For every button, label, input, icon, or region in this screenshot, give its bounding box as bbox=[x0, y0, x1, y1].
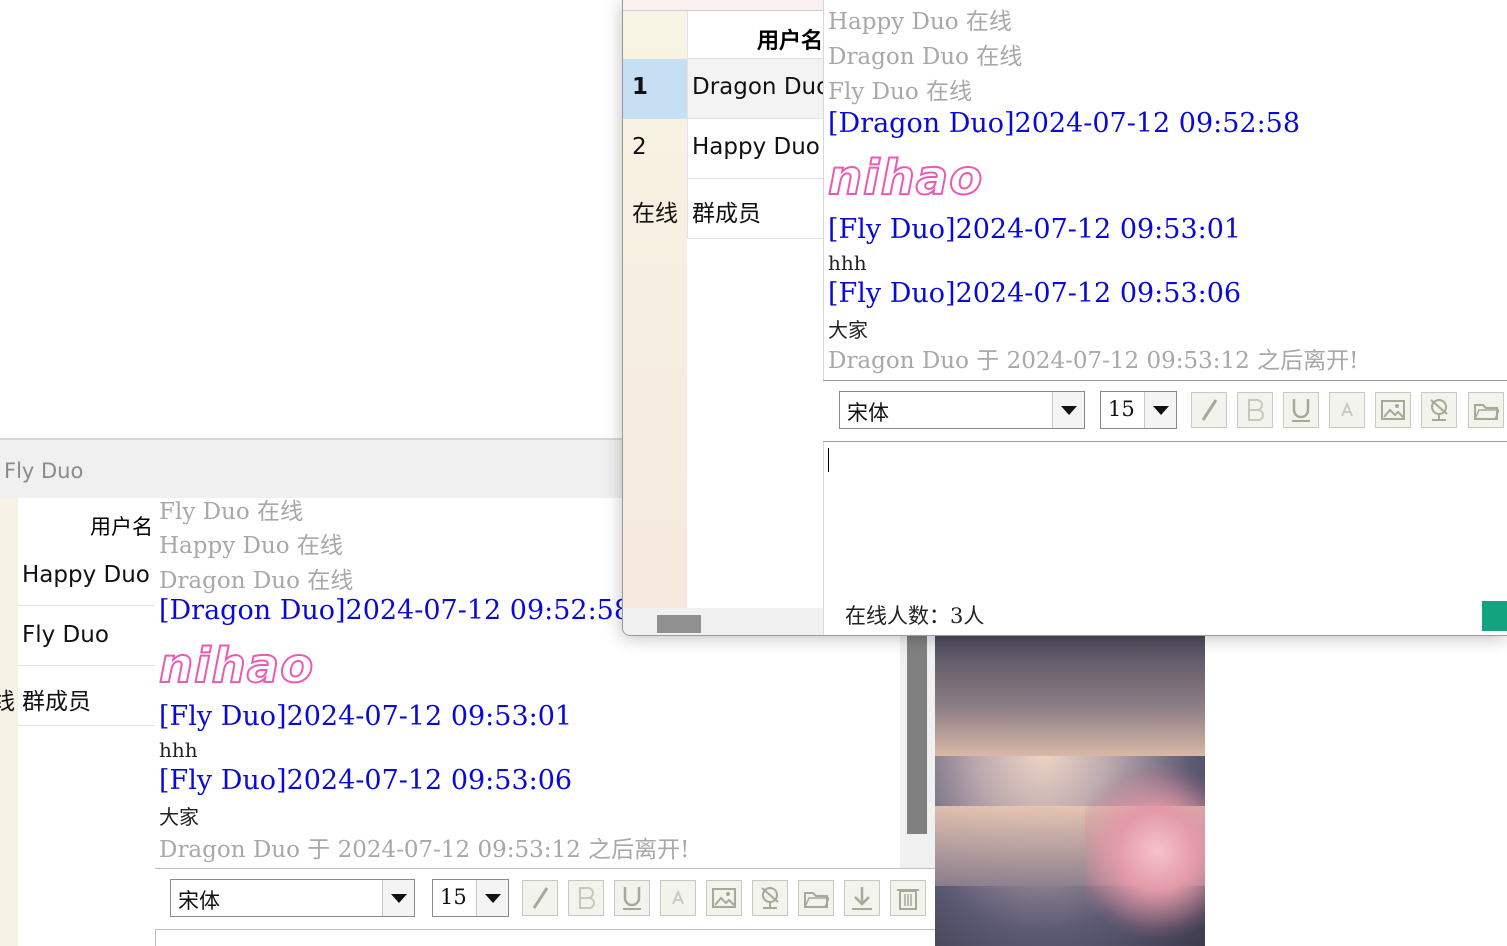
screenshot-button[interactable] bbox=[1421, 392, 1457, 428]
message-header: [Fly Duo]2024-07-12 09:53:06 bbox=[828, 278, 1242, 309]
art-text-message: nihao bbox=[827, 149, 984, 207]
desktop-wallpaper bbox=[935, 636, 1205, 946]
row-label: 线 bbox=[0, 689, 15, 715]
user-name: Happy Duo bbox=[692, 134, 820, 160]
status-bar: 在线人数：3人 bbox=[823, 592, 1507, 635]
chat-scrollbar[interactable] bbox=[900, 636, 935, 870]
save-icon bbox=[852, 887, 872, 910]
folder-icon bbox=[804, 892, 829, 908]
image-icon bbox=[1381, 400, 1405, 420]
system-message: Dragon Duo 于 2024-07-12 09:53:12 之后离开! bbox=[828, 348, 1359, 374]
font-family-select[interactable]: 宋体 bbox=[839, 391, 1085, 429]
chevron-down-icon[interactable] bbox=[1144, 392, 1176, 428]
message-body: hhh bbox=[159, 738, 198, 762]
underline-icon bbox=[623, 887, 641, 910]
screenshot-icon bbox=[761, 887, 779, 909]
user-name: Happy Duo bbox=[22, 562, 150, 588]
column-header-username[interactable]: 用户名 bbox=[687, 11, 823, 59]
italic-icon bbox=[1201, 399, 1218, 421]
bold-button[interactable] bbox=[1237, 392, 1273, 428]
message-header: [Fly Duo]2024-07-12 09:53:01 bbox=[159, 701, 573, 732]
scrollbar-thumb[interactable] bbox=[907, 636, 927, 834]
user-row[interactable]: Happy Duo bbox=[18, 546, 155, 606]
send-button[interactable] bbox=[1482, 601, 1507, 631]
underline-icon bbox=[1292, 399, 1310, 422]
message-header: [Dragon Duo]2024-07-12 09:52:58 bbox=[828, 108, 1301, 139]
chat-window-main: 用户名 1 Dragon Duo 2 Happy Duo 在线 群成员 Happ… bbox=[622, 0, 1507, 636]
scrollbar-thumb[interactable] bbox=[657, 615, 701, 633]
chevron-down-icon[interactable] bbox=[382, 880, 414, 916]
message-input[interactable] bbox=[823, 442, 1507, 592]
chat-history[interactable]: Happy Duo 在线 Dragon Duo 在线 Fly Duo 在线 [D… bbox=[823, 0, 1507, 380]
save-button[interactable] bbox=[844, 880, 880, 916]
horizontal-scrollbar[interactable] bbox=[623, 608, 823, 635]
system-message: Fly Duo 在线 bbox=[159, 499, 304, 525]
system-message: Dragon Duo 在线 bbox=[828, 44, 1023, 70]
user-name: Fly Duo bbox=[22, 622, 109, 648]
chevron-down-icon[interactable] bbox=[1052, 392, 1084, 428]
font-family-select[interactable]: 宋体 bbox=[170, 879, 415, 917]
font-size-select[interactable]: 15 bbox=[1100, 391, 1177, 429]
user-list-table: 用户名 1 Dragon Duo 2 Happy Duo 在线 群成员 bbox=[623, 11, 823, 608]
chevron-down-icon[interactable] bbox=[476, 880, 508, 916]
font-color-icon bbox=[1341, 401, 1353, 417]
font-size-select[interactable]: 15 bbox=[432, 879, 509, 917]
folder-icon bbox=[1474, 404, 1499, 420]
underline-button[interactable] bbox=[1283, 392, 1319, 428]
bold-icon bbox=[1248, 399, 1264, 421]
italic-button[interactable] bbox=[1191, 392, 1227, 428]
column-header-username[interactable]: 用户名 bbox=[18, 498, 155, 546]
screenshot-button[interactable] bbox=[752, 880, 788, 916]
system-message: Happy Duo 在线 bbox=[159, 533, 343, 559]
message-header: [Fly Duo]2024-07-12 09:53:06 bbox=[159, 765, 573, 796]
font-color-button[interactable] bbox=[1329, 392, 1365, 428]
font-color-button[interactable] bbox=[660, 880, 696, 916]
clear-button[interactable] bbox=[890, 880, 926, 916]
message-body: hhh bbox=[828, 251, 867, 275]
user-list-table: 用户名 Happy Duo Fly Duo 群成员 线 bbox=[0, 498, 155, 946]
italic-icon bbox=[532, 887, 549, 909]
message-header: [Fly Duo]2024-07-12 09:53:01 bbox=[828, 214, 1242, 245]
user-name: Dragon Duo bbox=[692, 74, 823, 100]
clear-icon bbox=[897, 889, 919, 910]
message-body: 大家 bbox=[159, 805, 199, 829]
art-text-message: nihao bbox=[158, 637, 315, 695]
user-row[interactable]: Happy Duo bbox=[687, 119, 823, 179]
font-color-icon bbox=[672, 889, 684, 905]
window-title: Fly Duo bbox=[4, 459, 84, 483]
system-message: Fly Duo 在线 bbox=[828, 79, 973, 105]
insert-image-button[interactable] bbox=[1375, 392, 1411, 428]
bold-icon bbox=[579, 887, 595, 909]
online-count: 在线人数：3人 bbox=[845, 604, 985, 628]
open-file-button[interactable] bbox=[1468, 392, 1504, 428]
row-number: 在线 bbox=[632, 201, 678, 227]
message-input[interactable] bbox=[155, 930, 935, 946]
insert-image-button[interactable] bbox=[706, 880, 742, 916]
user-row[interactable]: 群成员 bbox=[18, 666, 155, 726]
user-name: 群成员 bbox=[692, 201, 761, 227]
row-header-column bbox=[0, 498, 18, 946]
row-number: 2 bbox=[632, 134, 647, 160]
bold-button[interactable] bbox=[568, 880, 604, 916]
system-message: Happy Duo 在线 bbox=[828, 9, 1012, 35]
system-message: Dragon Duo 于 2024-07-12 09:53:12 之后离开! bbox=[159, 837, 690, 863]
message-body: 大家 bbox=[828, 318, 868, 342]
underline-button[interactable] bbox=[614, 880, 650, 916]
screenshot-icon bbox=[1430, 399, 1448, 421]
system-message: Dragon Duo 在线 bbox=[159, 568, 354, 594]
user-row[interactable]: 群成员 bbox=[687, 179, 823, 239]
text-caret bbox=[828, 448, 829, 472]
user-row-selected[interactable]: Dragon Duo bbox=[687, 59, 823, 119]
message-header: [Dragon Duo]2024-07-12 09:52:58 bbox=[159, 595, 632, 626]
user-row[interactable]: Fly Duo bbox=[18, 606, 155, 666]
row-header-column bbox=[623, 11, 687, 608]
format-toolbar: 宋体 15 bbox=[823, 380, 1507, 442]
image-icon bbox=[712, 888, 736, 908]
italic-button[interactable] bbox=[522, 880, 558, 916]
row-number: 1 bbox=[632, 74, 649, 100]
open-file-button[interactable] bbox=[798, 880, 834, 916]
user-name: 群成员 bbox=[22, 689, 91, 715]
format-toolbar: 宋体 15 bbox=[155, 868, 935, 930]
